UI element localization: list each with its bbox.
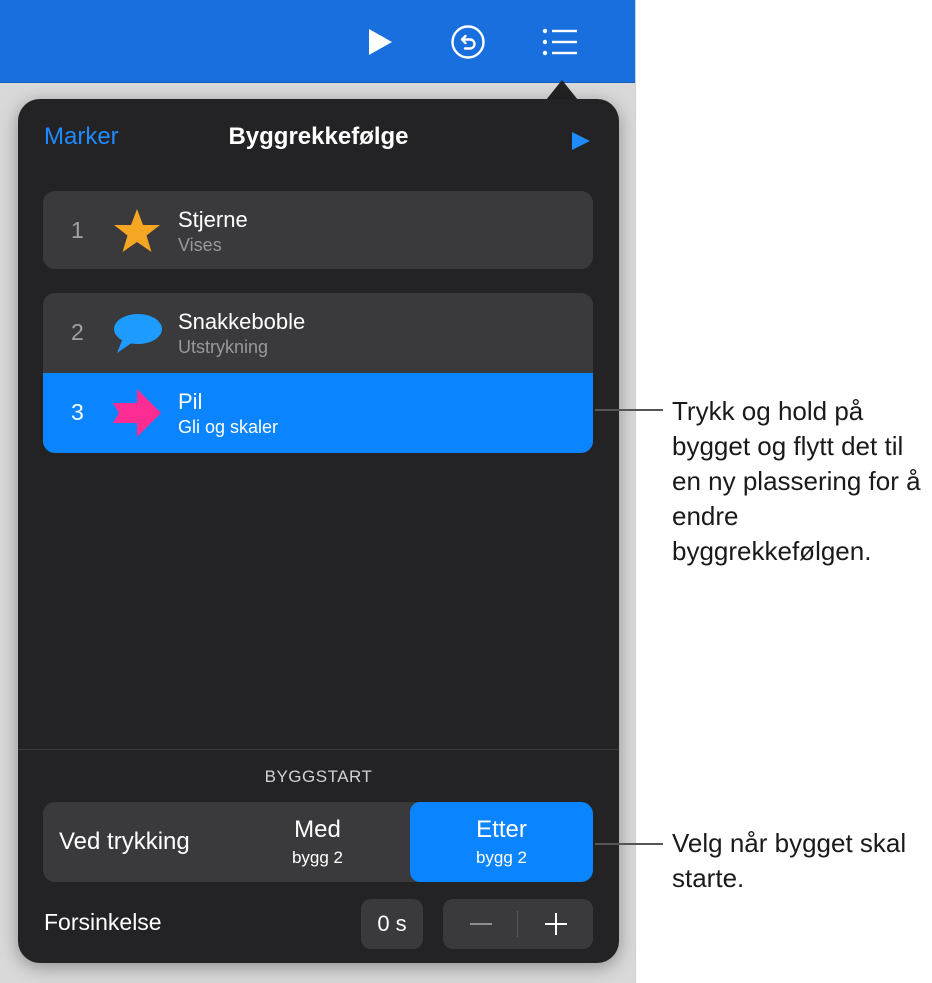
build-group: 2 Snakkeboble Utstrykning 3 Pil Gli og s… <box>43 293 593 453</box>
build-start-segmented-control: Ved trykking Med bygg 2 Etter bygg 2 <box>43 802 593 882</box>
arrow-icon <box>113 389 161 437</box>
build-effect: Utstrykning <box>178 337 269 357</box>
delay-label: Forsinkelse <box>44 909 162 935</box>
build-order-button[interactable] <box>538 20 582 64</box>
increment-button[interactable] <box>518 899 593 949</box>
toolbar <box>0 0 635 83</box>
play-icon <box>572 132 590 150</box>
build-row-1[interactable]: 1 Stjerne Vises <box>43 191 593 269</box>
build-number: 2 <box>71 319 84 345</box>
build-order-popover: Marker Byggrekkefølge 1 Stjerne Vises 2 <box>18 99 619 963</box>
build-effect: Gli og skaler <box>178 417 279 437</box>
undo-button[interactable] <box>446 20 490 64</box>
build-number: 3 <box>71 399 84 425</box>
build-number: 1 <box>71 217 84 243</box>
play-button[interactable] <box>358 20 402 64</box>
callout-reorder: Trykk og hold på bygget og flytt det til… <box>672 396 921 566</box>
device-screen: Marker Byggrekkefølge 1 Stjerne Vises 2 <box>0 0 636 983</box>
callout-leader-line <box>595 409 663 411</box>
build-name: Snakkeboble <box>178 309 306 334</box>
callout-leader-line <box>595 843 663 845</box>
plus-icon <box>544 913 567 935</box>
popover-arrow <box>546 80 578 100</box>
segment-sublabel: bygg 2 <box>291 848 344 867</box>
minus-icon <box>469 923 492 925</box>
callout-build-start: Velg når bygget skal starte. <box>672 828 907 893</box>
star-icon <box>114 209 160 252</box>
popover-title: Byggrekkefølge <box>228 123 409 150</box>
build-row-3[interactable]: 3 Pil Gli og skaler <box>43 373 593 453</box>
build-row-2[interactable]: 2 Snakkeboble Utstrykning <box>43 293 593 373</box>
segment-sublabel: bygg 2 <box>475 848 528 867</box>
build-name: Stjerne <box>178 207 248 232</box>
preview-play-button[interactable] <box>569 129 593 153</box>
build-name: Pil <box>178 389 203 414</box>
play-icon <box>369 29 392 55</box>
segment-after-build[interactable]: Etter bygg 2 <box>410 802 593 882</box>
decrement-button[interactable] <box>443 899 518 949</box>
list-icon <box>542 28 577 56</box>
delay-stepper <box>443 899 593 949</box>
build-group: 1 Stjerne Vises <box>43 191 593 269</box>
segment-label: Ved trykking <box>59 828 190 855</box>
build-start-label: BYGGSTART <box>264 767 373 786</box>
delay-value-field[interactable]: 0 s <box>361 899 423 949</box>
segment-on-tap[interactable]: Ved trykking <box>43 802 226 882</box>
segment-label: Etter <box>476 816 527 843</box>
segment-label: Med <box>294 816 341 843</box>
undo-icon <box>451 25 485 59</box>
section-divider <box>18 749 619 750</box>
popover-header: Marker Byggrekkefølge <box>18 99 619 179</box>
speech-bubble-icon <box>114 314 162 353</box>
segment-with-build[interactable]: Med bygg 2 <box>226 802 409 882</box>
build-effect: Vises <box>178 235 222 255</box>
